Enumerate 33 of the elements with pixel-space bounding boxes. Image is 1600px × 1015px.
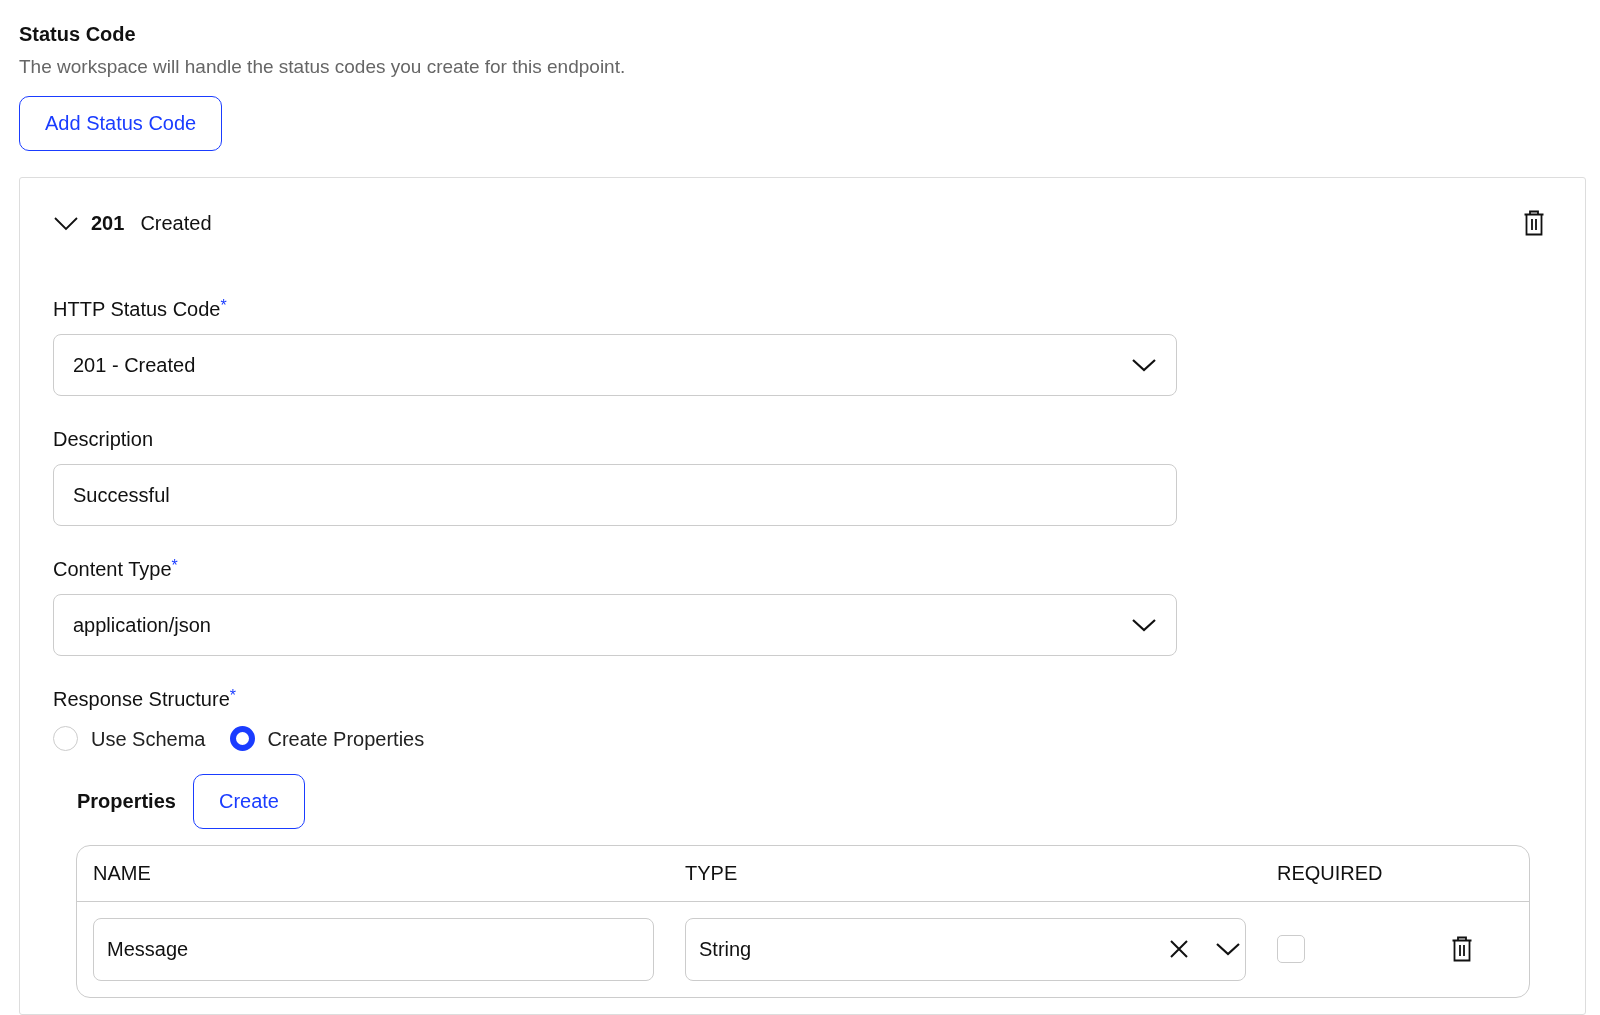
select-field[interactable]: 201 - Created — [53, 333, 1177, 396]
column-header: NAME — [93, 861, 152, 886]
radio-label[interactable]: Create Properties — [267, 723, 425, 754]
chevron-down-icon — [1131, 616, 1157, 633]
column-header: TYPE — [685, 861, 739, 886]
add-status-code-button[interactable]: Add Status Code — [19, 95, 223, 151]
create-button[interactable]: Create — [192, 773, 305, 829]
section-description: The workspace will handle the status codes you create for this endpoint. — [19, 55, 627, 79]
field-label: Content Type* — [53, 555, 179, 582]
section-title: Status Code — [19, 22, 137, 47]
properties-label: Properties — [77, 789, 176, 814]
required-asterisk: * — [229, 686, 236, 704]
status-code-number: 201 — [91, 210, 125, 236]
chevron-down-icon — [1131, 356, 1157, 373]
field-label: HTTP Status Code* — [53, 295, 228, 322]
select-field[interactable]: application/json — [53, 593, 1177, 656]
required-asterisk: * — [171, 556, 178, 574]
field-label: Response Structure* — [53, 685, 237, 712]
chevron-down-icon[interactable] — [53, 214, 79, 231]
name-input-field[interactable]: Message — [93, 917, 654, 981]
trash-icon[interactable] — [1451, 936, 1473, 962]
radio-label[interactable]: Use Schema — [91, 723, 206, 754]
status-code-name: Created — [140, 210, 212, 236]
trash-icon[interactable] — [1523, 209, 1545, 236]
input-field[interactable]: Successful — [53, 463, 1177, 526]
radio-button[interactable] — [229, 726, 255, 751]
column-header: REQUIRED — [1277, 861, 1384, 886]
type-select-field[interactable]: String — [685, 917, 1246, 981]
chevron-down-icon — [1215, 941, 1241, 957]
required-asterisk: * — [220, 296, 227, 314]
required-checkbox[interactable] — [1277, 935, 1305, 963]
clear-icon[interactable] — [1169, 939, 1189, 959]
field-label: Description — [53, 426, 155, 452]
